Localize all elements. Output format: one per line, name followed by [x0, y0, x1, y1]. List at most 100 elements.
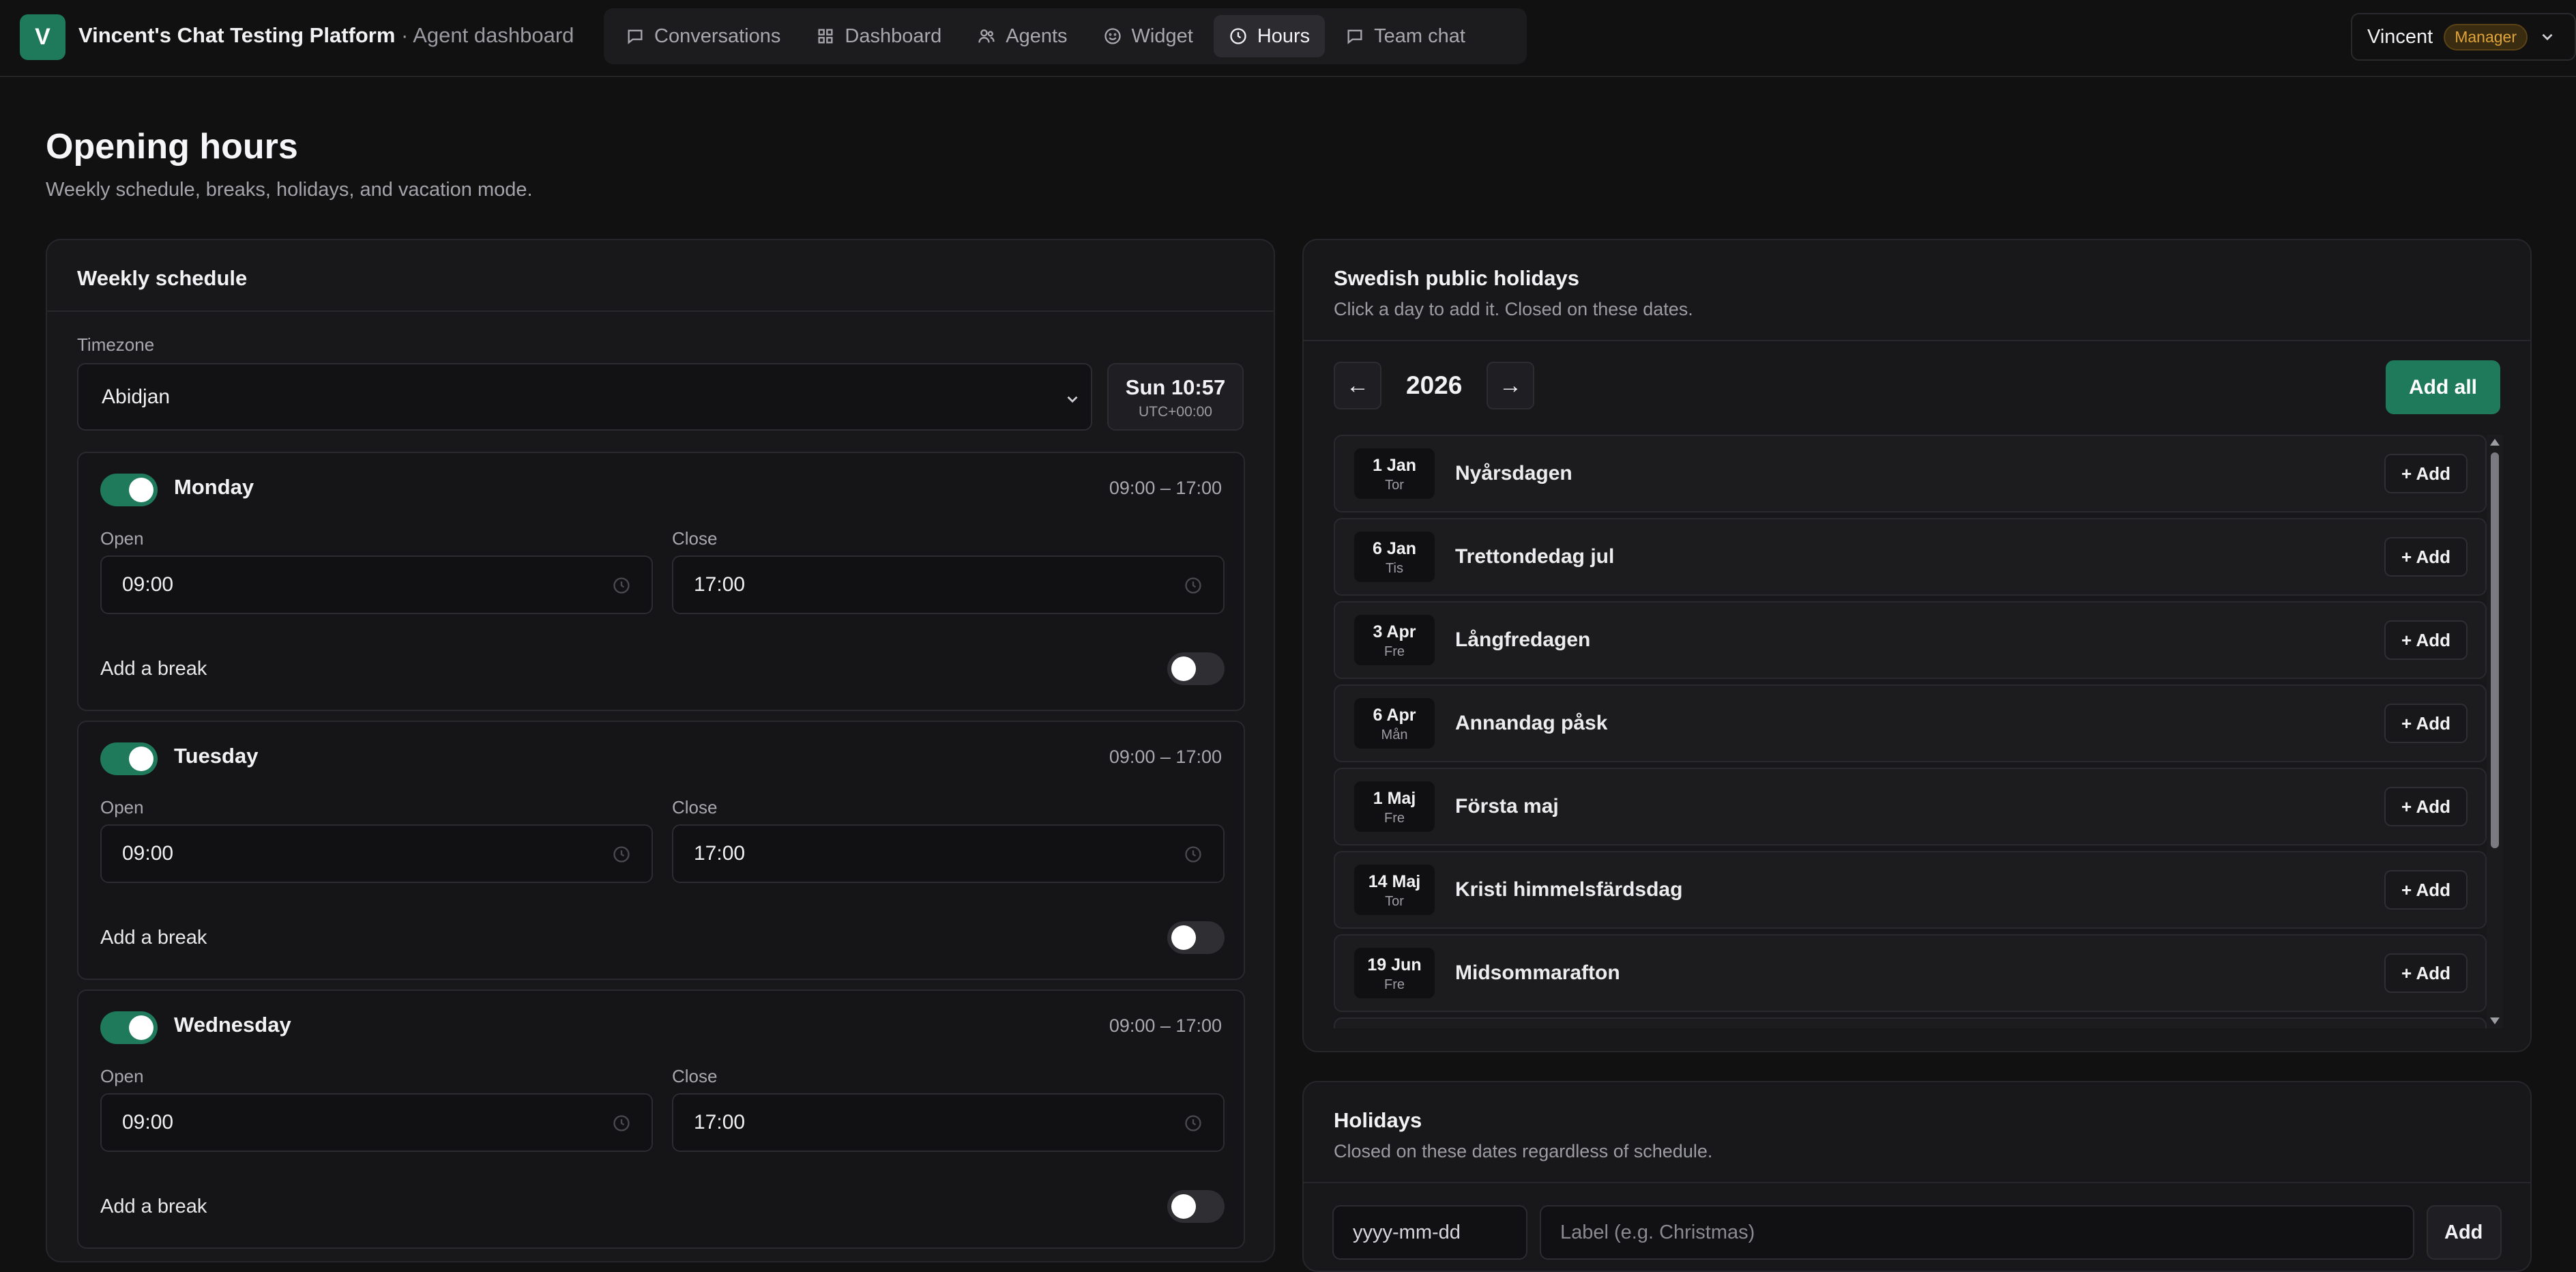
holiday-row[interactable]: 6 Apr Mån Annandag påsk + Add [1334, 684, 2487, 762]
date-day: 6 Jan [1373, 539, 1416, 558]
date-day: 19 Jun [1367, 955, 1422, 974]
nav-label: Hours [1257, 25, 1311, 47]
date-day: 1 Jan [1373, 456, 1416, 475]
holiday-row-partial[interactable] [1334, 1017, 2487, 1028]
nav-conversations[interactable]: Conversations [611, 15, 795, 57]
scroll-thumb[interactable] [2491, 452, 2499, 848]
holiday-row[interactable]: 1 Jan Tor Nyårsdagen + Add [1334, 435, 2487, 512]
date-weekday: Tor [1385, 894, 1404, 909]
holiday-name: Första maj [1455, 795, 1559, 818]
holiday-name: Annandag påsk [1455, 712, 1608, 734]
day-name: Wednesday [174, 1013, 291, 1037]
holiday-date: 6 Apr Mån [1354, 698, 1435, 749]
user-name: Vincent [2367, 25, 2433, 48]
app-logo[interactable]: V [20, 14, 65, 60]
toggle-knob [129, 478, 153, 502]
holiday-name: Nyårsdagen [1455, 462, 1572, 485]
add-holiday-button[interactable]: + Add [2384, 454, 2468, 493]
add-break-label: Add a break [100, 658, 207, 680]
holiday-row[interactable]: 19 Jun Fre Midsommarafton + Add [1334, 934, 2487, 1012]
card-header: Swedish public holidays Click a day to a… [1304, 240, 2530, 341]
date-weekday: Tor [1385, 478, 1404, 493]
add-break-toggle[interactable] [1167, 921, 1225, 954]
add-break-label: Add a break [100, 1196, 207, 1217]
nav-agents[interactable]: Agents [962, 15, 1082, 57]
add-holiday-submit-button[interactable]: Add [2427, 1205, 2502, 1260]
open-time-input[interactable]: 09:00 [100, 1093, 653, 1152]
nav-label: Dashboard [845, 25, 942, 47]
day-hours-summary: 09:00 – 17:00 [1109, 1015, 1222, 1036]
clock-icon [1185, 846, 1201, 863]
page-title: Opening hours [46, 127, 298, 167]
app-name: Vincent's Chat Testing Platform [78, 23, 396, 47]
day-row-wednesday: Wednesday 09:00 – 17:00 Open Close 09:00… [77, 989, 1245, 1249]
holiday-list: 1 Jan Tor Nyårsdagen + Add 6 Jan Tis Trett… [1334, 435, 2487, 1028]
holiday-date: 3 Apr Fre [1354, 615, 1435, 665]
add-label: Add [2444, 1221, 2483, 1243]
add-holiday-button[interactable]: + Add [2384, 870, 2468, 910]
nav-team-chat[interactable]: Team chat [1330, 15, 1480, 57]
top-bar: V Vincent's Chat Testing Platform · Agen… [0, 0, 2576, 77]
date-day: 6 Apr [1373, 706, 1416, 725]
holiday-list-scrollbar[interactable] [2487, 435, 2503, 1028]
chat-bubble-icon [1347, 29, 1362, 44]
scroll-up-arrow[interactable] [2490, 439, 2500, 446]
date-placeholder: yyyy-mm-dd [1353, 1221, 1461, 1243]
close-time-input[interactable]: 17:00 [672, 1093, 1225, 1152]
add-holiday-button[interactable]: + Add [2384, 953, 2468, 993]
timezone-select[interactable]: Abidjan [77, 363, 1092, 431]
page-subtitle: Weekly schedule, breaks, holidays, and v… [46, 179, 533, 201]
toggle-knob [129, 747, 153, 771]
holiday-date: 1 Jan Tor [1354, 448, 1435, 499]
date-day: 14 Maj [1368, 872, 1421, 891]
open-time-value: 09:00 [122, 573, 174, 596]
day-enabled-toggle[interactable] [100, 1011, 158, 1044]
timezone-label: Timezone [77, 334, 155, 355]
app-title: Vincent's Chat Testing Platform · Agent … [78, 23, 574, 48]
grid-icon [818, 29, 833, 44]
add-holiday-button[interactable]: + Add [2384, 787, 2468, 826]
holiday-date: 1 Maj Fre [1354, 781, 1435, 832]
chevron-down-icon [2542, 33, 2553, 41]
open-time-input[interactable]: 09:00 [100, 824, 653, 883]
holiday-row[interactable]: 6 Jan Tis Trettondedag jul + Add [1334, 518, 2487, 596]
open-label: Open [100, 797, 144, 818]
date-day: 1 Maj [1373, 789, 1416, 808]
close-time-input[interactable]: 17:00 [672, 824, 1225, 883]
holiday-date-input[interactable]: yyyy-mm-dd [1332, 1205, 1527, 1260]
card-header: Holidays Closed on these dates regardles… [1304, 1082, 2530, 1183]
open-time-input[interactable]: 09:00 [100, 555, 653, 614]
user-menu[interactable]: Vincent Manager [2351, 13, 2576, 61]
add-holiday-button[interactable]: + Add [2384, 620, 2468, 660]
clock-icon [613, 846, 630, 863]
toggle-knob [129, 1015, 153, 1040]
main-nav: Conversations Dashboard Agents Widget Ho… [604, 8, 1527, 64]
nav-label: Agents [1006, 25, 1068, 47]
add-holiday-button[interactable]: + Add [2384, 704, 2468, 743]
add-all-button[interactable]: Add all [2386, 360, 2500, 414]
add-break-toggle[interactable] [1167, 1190, 1225, 1223]
holiday-label-input[interactable]: Label (e.g. Christmas) [1540, 1205, 2414, 1260]
utc-offset: UTC+00:00 [1139, 404, 1212, 420]
day-name: Monday [174, 475, 254, 499]
next-year-button[interactable]: → [1487, 362, 1534, 409]
add-holiday-button[interactable]: + Add [2384, 537, 2468, 577]
day-enabled-toggle[interactable] [100, 742, 158, 775]
prev-year-button[interactable]: ← [1334, 362, 1381, 409]
smiley-icon [1104, 28, 1121, 44]
close-label: Close [672, 797, 718, 818]
nav-hours[interactable]: Hours [1213, 15, 1326, 57]
nav-label: Widget [1131, 25, 1193, 47]
holiday-row[interactable]: 14 Maj Tor Kristi himmelsfärdsdag + Add [1334, 851, 2487, 929]
holiday-row[interactable]: 3 Apr Fre Långfredagen + Add [1334, 601, 2487, 679]
nav-widget[interactable]: Widget [1088, 15, 1208, 57]
nav-dashboard[interactable]: Dashboard [801, 15, 956, 57]
close-time-input[interactable]: 17:00 [672, 555, 1225, 614]
day-enabled-toggle[interactable] [100, 474, 158, 506]
holiday-row[interactable]: 1 Maj Fre Första maj + Add [1334, 768, 2487, 845]
day-hours-summary: 09:00 – 17:00 [1109, 478, 1222, 498]
year-display: 2026 [1406, 371, 1463, 399]
add-break-toggle[interactable] [1167, 652, 1225, 685]
scroll-down-arrow[interactable] [2490, 1017, 2500, 1024]
weekly-schedule-card: Weekly schedule Timezone Abidjan Sun 10:… [46, 239, 1275, 1262]
